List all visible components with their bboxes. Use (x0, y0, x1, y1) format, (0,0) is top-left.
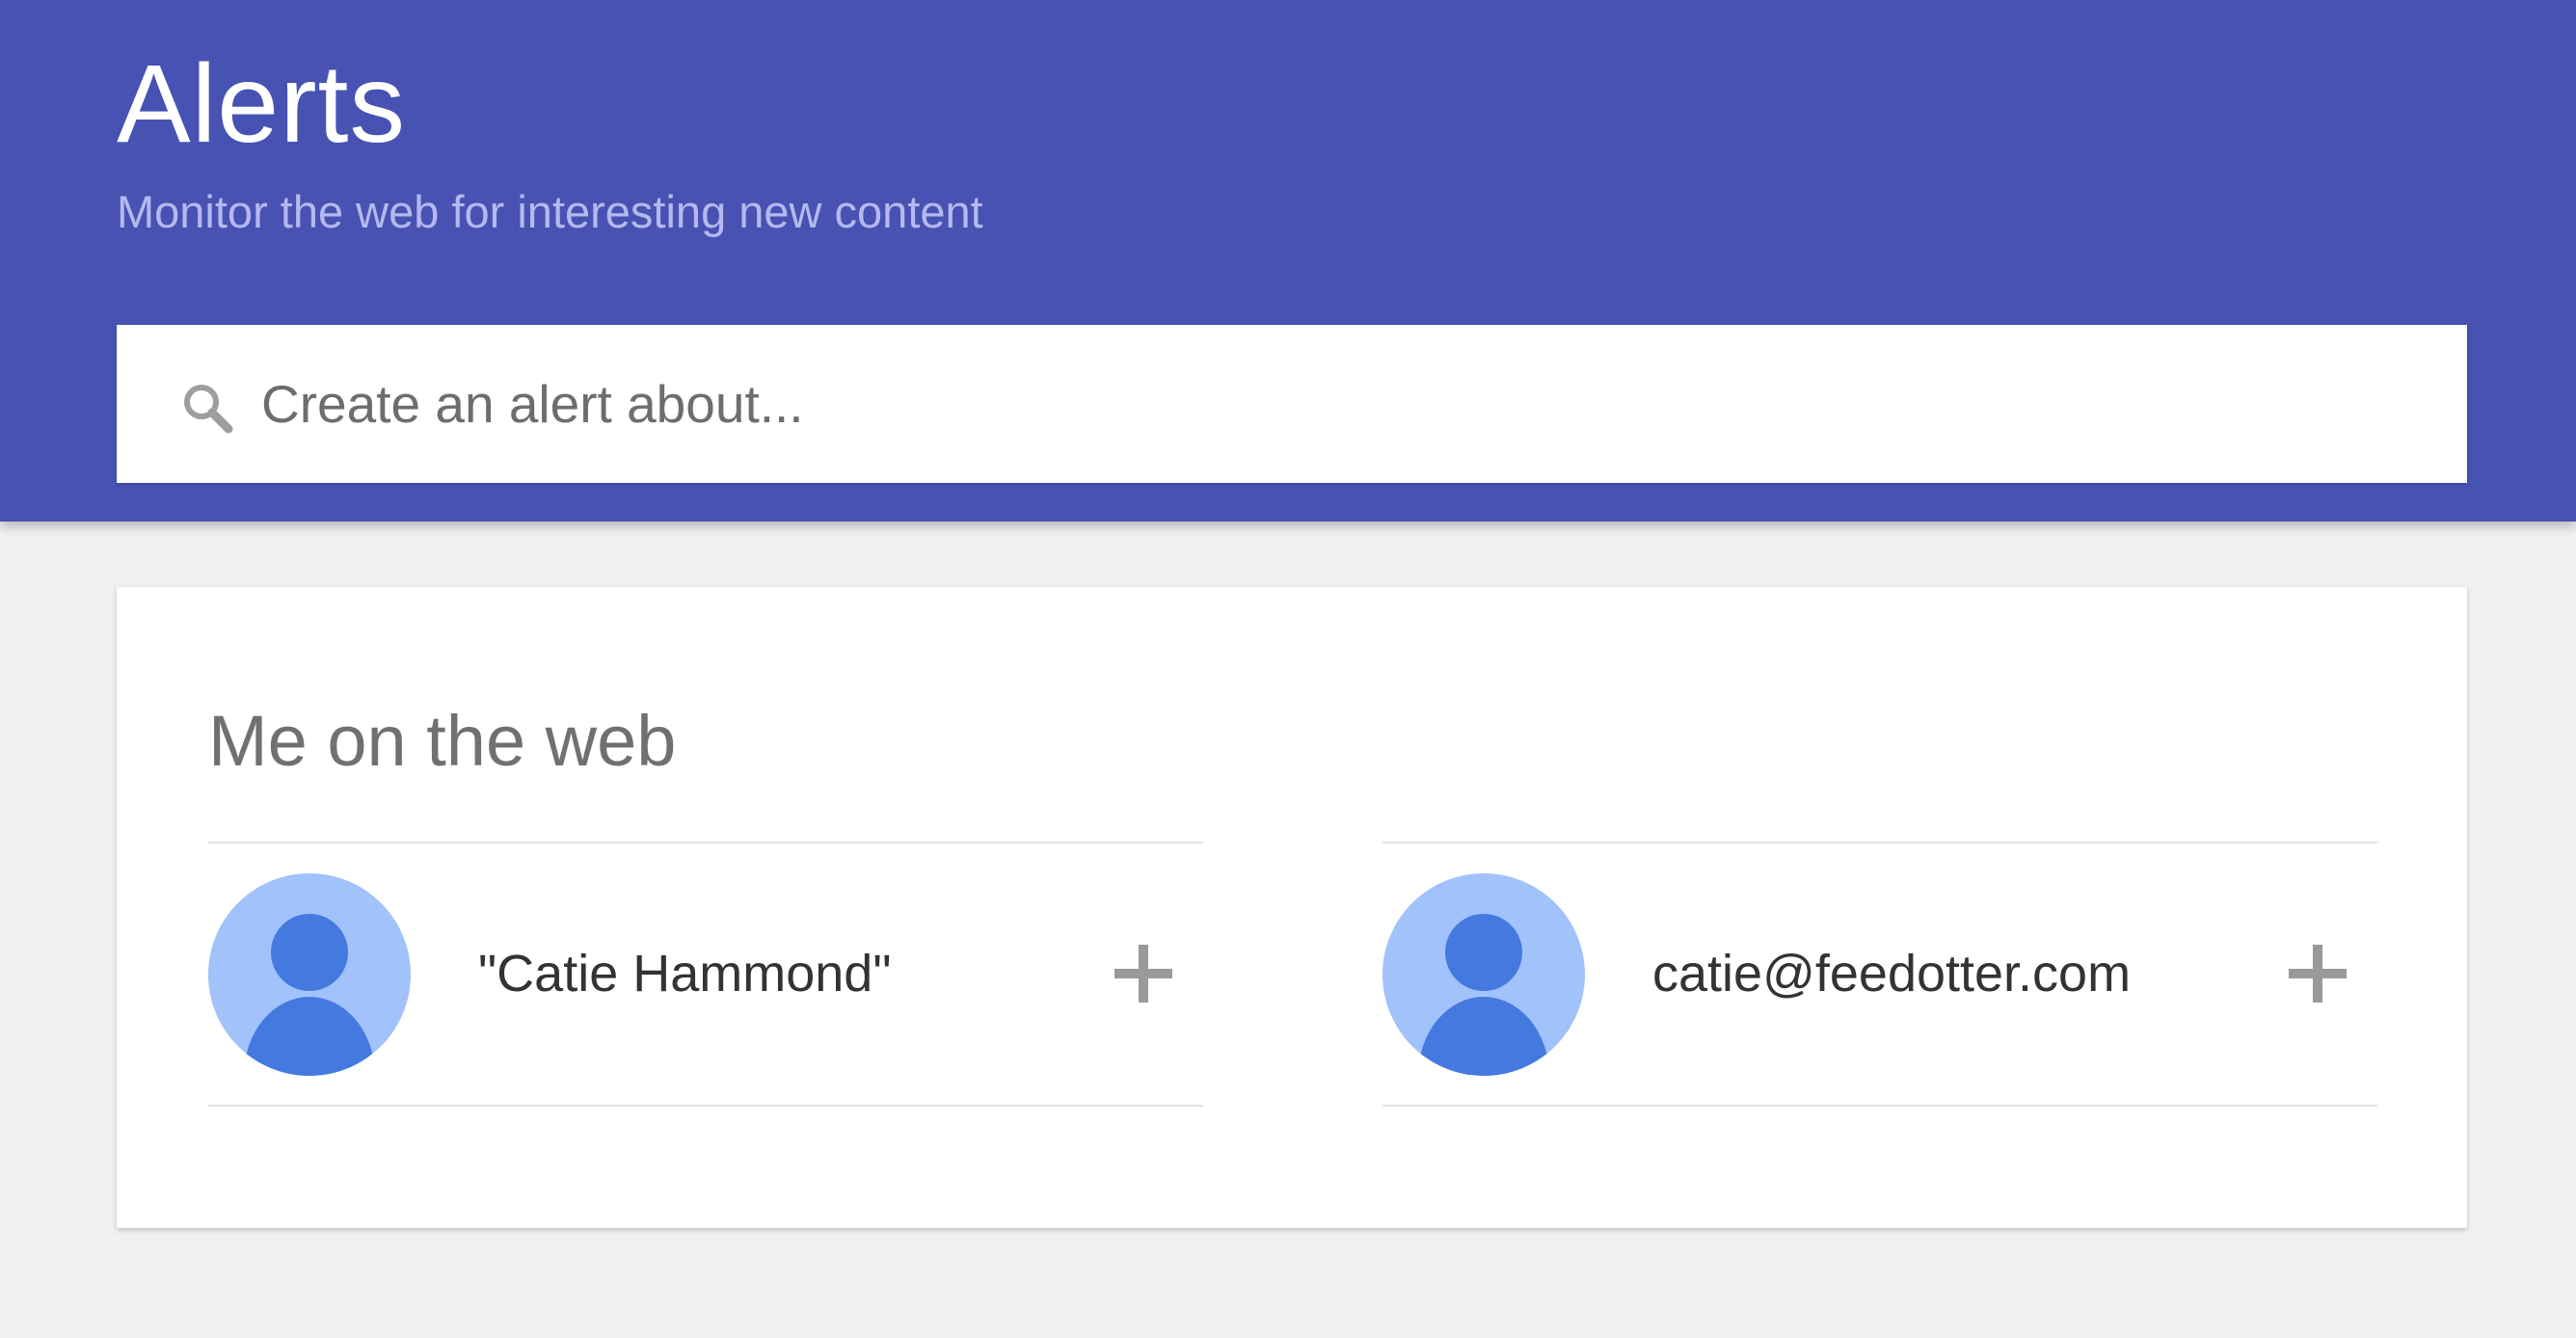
section-title: Me on the web (208, 701, 677, 781)
me-on-the-web-card: Me on the web "Catie Hammond" catie@feed… (117, 587, 2467, 1228)
person-avatar-icon (1382, 873, 1585, 1076)
alert-search-box[interactable] (117, 325, 2467, 483)
suggestion-label: "Catie Hammond" (478, 945, 892, 1003)
add-icon[interactable] (1110, 940, 1177, 1007)
page-subtitle: Monitor the web for interesting new cont… (117, 186, 983, 237)
search-icon (184, 385, 233, 434)
suggestion-name[interactable]: "Catie Hammond" (208, 842, 1203, 1107)
suggestion-email[interactable]: catie@feedotter.com (1382, 842, 2377, 1107)
create-alert-input[interactable] (261, 354, 2402, 454)
app-header: Alerts Monitor the web for interesting n… (0, 0, 2576, 522)
suggestion-label: catie@feedotter.com (1652, 945, 2132, 1003)
add-icon[interactable] (2284, 940, 2351, 1007)
person-avatar-icon (208, 873, 411, 1076)
page-title: Alerts (117, 42, 406, 166)
